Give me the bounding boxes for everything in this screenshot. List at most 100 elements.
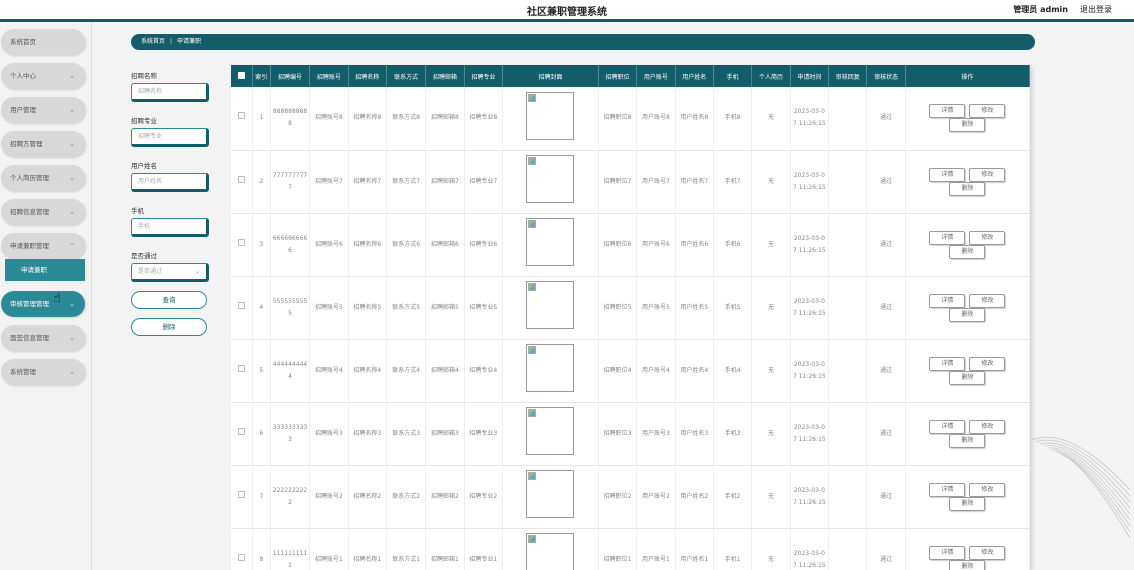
row-select-cell[interactable] xyxy=(231,339,253,403)
sidebar-item-job-info[interactable]: 招聘信息管理 ⌄ xyxy=(1,199,85,225)
edit-button[interactable]: 修改 xyxy=(969,293,1006,308)
breadcrumb-home[interactable]: 系统首页 xyxy=(141,38,165,45)
row-checkbox[interactable] xyxy=(237,553,245,561)
cell-email: 招聘邮箱2 xyxy=(425,465,465,529)
sidebar-item-profile[interactable]: 个人中心 ⌄ xyxy=(1,63,85,89)
column-header[interactable]: 招聘封面 xyxy=(502,65,599,87)
cell-reply xyxy=(828,150,868,214)
cell-phone: 手机4 xyxy=(713,339,753,403)
delete-button[interactable]: 删除 xyxy=(949,496,986,511)
detail-button[interactable]: 详情 xyxy=(929,293,966,308)
row-select-cell[interactable] xyxy=(231,528,253,570)
cell-account: 招聘账号1 xyxy=(309,528,349,570)
column-header[interactable]: 招聘邮箱 xyxy=(425,65,465,87)
sidebar-item-system[interactable]: 系统管理 ⌄ xyxy=(1,359,85,385)
column-header[interactable]: 招聘专业 xyxy=(464,65,504,87)
select-all-cell[interactable] xyxy=(231,65,253,87)
row-checkbox[interactable] xyxy=(237,112,245,120)
edit-button[interactable]: 修改 xyxy=(969,230,1006,245)
row-select-cell[interactable] xyxy=(231,150,253,214)
row-select-cell[interactable] xyxy=(231,87,253,151)
cell-status: 通过 xyxy=(866,150,906,214)
logout-link[interactable]: 退出登录 xyxy=(1080,4,1112,15)
sidebar-item-review[interactable]: 审核管理管理 ⌄ xyxy=(1,291,85,317)
column-header[interactable]: 用户账号 xyxy=(636,65,676,87)
column-header[interactable]: 手机 xyxy=(713,65,753,87)
cell-major: 招聘专业3 xyxy=(464,402,504,466)
detail-button[interactable]: 详情 xyxy=(929,104,966,119)
sidebar-item-resumes[interactable]: 个人简历管理 ⌄ xyxy=(1,165,85,191)
detail-button[interactable]: 详情 xyxy=(929,356,966,371)
delete-button[interactable]: 删除 xyxy=(949,370,986,385)
column-header[interactable]: 审核回复 xyxy=(828,65,868,87)
phone-input[interactable]: 手机 xyxy=(131,218,209,237)
cell-major: 招聘专业5 xyxy=(464,276,504,340)
detail-button[interactable]: 详情 xyxy=(929,545,966,560)
cell-position: 招聘职位2 xyxy=(598,465,638,529)
column-header[interactable]: 招聘名称 xyxy=(348,65,387,87)
cell-reply xyxy=(828,276,868,340)
column-header[interactable]: 联系方式 xyxy=(386,65,427,87)
column-header[interactable]: 用户姓名 xyxy=(675,65,714,87)
sidebar-item-users[interactable]: 用户管理 ⌄ xyxy=(1,97,85,123)
detail-button[interactable]: 详情 xyxy=(929,167,966,182)
app-title: 社区兼职管理系统 xyxy=(527,7,607,18)
query-button[interactable]: 查询 xyxy=(131,291,207,309)
detail-button[interactable]: 详情 xyxy=(929,482,966,497)
delete-button[interactable]: 删除 xyxy=(949,118,986,133)
cell-code: 7777777777 xyxy=(270,150,311,214)
name-input[interactable]: 招聘名称 xyxy=(131,83,209,102)
cell-name: 招聘名称2 xyxy=(348,465,387,529)
delete-button[interactable]: 删除 xyxy=(949,433,986,448)
detail-button[interactable]: 详情 xyxy=(929,230,966,245)
delete-button[interactable]: 删除 xyxy=(949,559,986,570)
column-header[interactable]: 招聘账号 xyxy=(309,65,349,87)
delete-button[interactable]: 删除 xyxy=(949,307,986,322)
delete-selected-button[interactable]: 删除 xyxy=(131,318,207,336)
cell-code: 8888888888 xyxy=(270,87,311,151)
edit-button[interactable]: 修改 xyxy=(969,545,1006,560)
major-input[interactable]: 招聘专业 xyxy=(131,128,209,147)
sidebar-item-recruiters[interactable]: 招聘方管理 ⌄ xyxy=(1,131,85,157)
column-header[interactable]: 申请时间 xyxy=(790,65,830,87)
sidebar-item-applications[interactable]: 申请兼职管理 ⌃ xyxy=(1,233,85,259)
row-checkbox[interactable] xyxy=(237,490,245,498)
select-all-checkbox[interactable] xyxy=(237,71,245,79)
cell-major: 招聘专业2 xyxy=(464,465,504,529)
row-checkbox[interactable] xyxy=(237,301,245,309)
edit-button[interactable]: 修改 xyxy=(969,104,1006,119)
edit-button[interactable]: 修改 xyxy=(969,419,1006,434)
cell-reply xyxy=(828,465,868,529)
pass-select[interactable]: 是否通过 ⌄ xyxy=(131,263,209,282)
edit-button[interactable]: 修改 xyxy=(969,167,1006,182)
detail-button[interactable]: 详情 xyxy=(929,419,966,434)
row-checkbox[interactable] xyxy=(237,238,245,246)
row-select-cell[interactable] xyxy=(231,465,253,529)
delete-button[interactable]: 删除 xyxy=(949,244,986,259)
cell-name: 招聘名称4 xyxy=(348,339,387,403)
row-checkbox[interactable] xyxy=(237,175,245,183)
cell-position: 招聘职位3 xyxy=(598,402,638,466)
edit-button[interactable]: 修改 xyxy=(969,482,1006,497)
edit-button[interactable]: 修改 xyxy=(969,356,1006,371)
column-header[interactable]: 审核状态 xyxy=(866,65,906,87)
chevron-down-icon: ⌄ xyxy=(194,268,200,275)
row-select-cell[interactable] xyxy=(231,276,253,340)
sidebar-item-home[interactable]: 系统首页 xyxy=(1,29,85,55)
cell-status: 通过 xyxy=(866,276,906,340)
row-select-cell[interactable] xyxy=(231,402,253,466)
row-select-cell[interactable] xyxy=(231,213,253,277)
table-row: 6 3333333333 招聘账号3 招聘名称3 联系方式3 招聘邮箱3 招聘专业3 招聘职位… xyxy=(231,402,1030,466)
row-checkbox[interactable] xyxy=(237,427,245,435)
username-input[interactable]: 用户姓名 xyxy=(131,173,209,192)
sidebar-subitem-apply[interactable]: 申请兼职 xyxy=(5,259,85,281)
column-header[interactable]: 招聘编号 xyxy=(270,65,311,87)
row-checkbox[interactable] xyxy=(237,364,245,372)
cell-user_name: 用户姓名5 xyxy=(675,276,714,340)
pass-select-value: 是否通过 xyxy=(138,268,163,275)
delete-button[interactable]: 删除 xyxy=(949,181,986,196)
column-header[interactable]: 招聘职位 xyxy=(598,65,638,87)
cell-status: 通过 xyxy=(866,528,906,570)
column-header[interactable]: 个人简历 xyxy=(751,65,791,87)
sidebar-item-interviews[interactable]: 面签信息管理 ⌄ xyxy=(1,325,85,351)
